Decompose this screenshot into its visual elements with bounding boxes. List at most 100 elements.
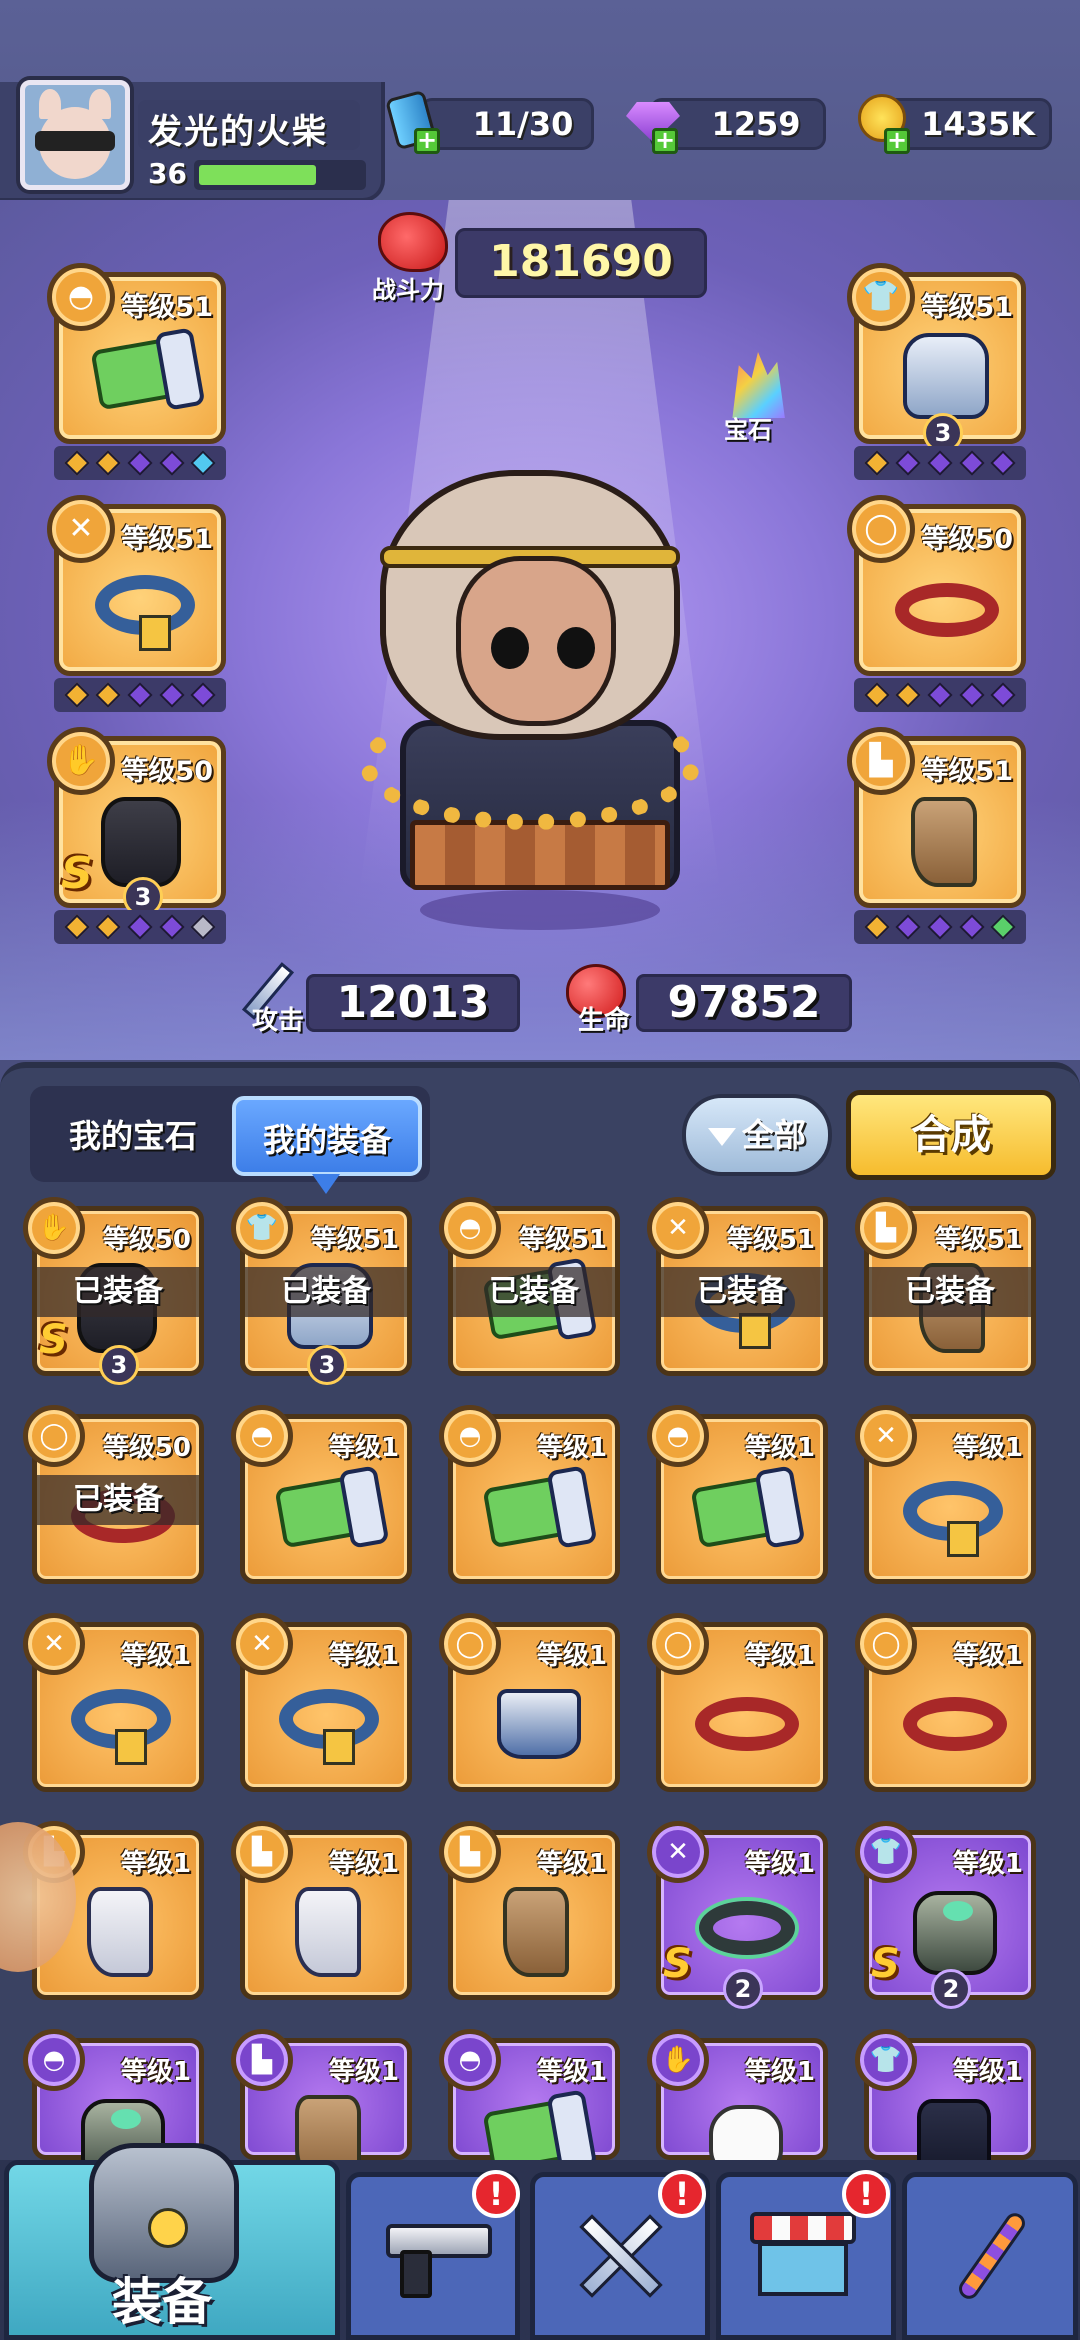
xp-bar xyxy=(194,160,366,190)
filter-label: 全部 xyxy=(741,1116,806,1154)
shop-body xyxy=(758,2242,848,2296)
necklace-icon: ✕ xyxy=(47,495,115,563)
inventory-item[interactable]: ▙ 等级1 xyxy=(231,1821,412,2000)
crossed-swords-icon xyxy=(568,2206,678,2298)
nav-equipment-label: 装备 xyxy=(112,2273,212,2331)
combine-button[interactable]: 合成 xyxy=(846,1090,1056,1180)
inventory-item[interactable]: ◯ 等级1 xyxy=(855,1613,1036,1792)
item-level: 等级50 xyxy=(102,1433,191,1463)
gem-socket-gold xyxy=(95,682,122,708)
inventory-item[interactable]: 👕 等级1 S 2 xyxy=(855,1821,1036,2009)
equip-slot-armor[interactable]: 👕 等级51 3 xyxy=(847,263,1026,453)
equipped-tag: 已装备 xyxy=(661,1267,823,1317)
inventory-item[interactable]: ◯ 等级1 xyxy=(439,1613,620,1792)
equip-slot-necklace[interactable]: ✕ 等级51 xyxy=(47,495,226,676)
item-art xyxy=(279,1887,379,1977)
inventory-item[interactable]: ◓ 等级1 xyxy=(231,1405,412,1584)
item-art xyxy=(895,797,995,887)
item-level: 等级1 xyxy=(536,1433,607,1463)
attack-label: 攻击 xyxy=(252,1006,305,1036)
equip-slot-glove[interactable]: ✋ 等级50 S 3 xyxy=(47,727,226,917)
inventory-item[interactable]: ✕ 等级51 已装备 xyxy=(647,1197,828,1376)
hero-character[interactable] xyxy=(340,450,740,950)
item-level: 等级1 xyxy=(952,1849,1023,1879)
boot-white-art-icon xyxy=(87,1887,153,1977)
equip-slot-hat[interactable]: ◓ 等级51 xyxy=(47,263,226,444)
player-avatar[interactable] xyxy=(20,80,130,190)
glove-icon: ✋ xyxy=(47,727,115,795)
inventory-item[interactable]: ✕ 等级1 xyxy=(231,1613,412,1792)
inventory-item[interactable]: ▙ 等级51 已装备 xyxy=(855,1197,1036,1376)
tab-my-gems[interactable]: 我的宝石 xyxy=(40,1096,226,1176)
hero-eye xyxy=(557,627,595,669)
belt-art-icon xyxy=(903,1697,1007,1751)
hat-icon: ◓ xyxy=(23,2029,85,2091)
equipped-tag: 已装备 xyxy=(245,1267,407,1317)
hero-head xyxy=(380,470,680,740)
filter-dropdown[interactable]: 全部 xyxy=(682,1094,832,1176)
gem-socket-gold xyxy=(95,450,122,476)
inventory-item[interactable]: ◓ 等级1 xyxy=(439,1405,620,1584)
triangle-down-icon xyxy=(707,1128,736,1146)
collar-art-icon xyxy=(71,1689,171,1765)
item-level: 等级1 xyxy=(952,1433,1023,1463)
inventory-item[interactable]: 👕 等级51 已装备 3 xyxy=(231,1197,412,1385)
inventory-item[interactable]: 👕 等级1 xyxy=(855,2029,1036,2189)
item-art xyxy=(95,797,195,887)
rank-badge: S xyxy=(871,1941,900,1987)
add-coins-button[interactable]: + xyxy=(884,128,910,154)
item-art xyxy=(895,333,995,423)
gem-inlay-label: 宝石 xyxy=(724,416,772,444)
inventory-item[interactable]: ▙ 等级1 xyxy=(231,2029,412,2185)
item-level: 等级1 xyxy=(536,1641,607,1671)
inventory-item[interactable]: ✋ 等级50 已装备 S 3 xyxy=(23,1197,204,1385)
inventory-item[interactable]: ✕ 等级1 xyxy=(855,1405,1036,1584)
gem-socket-gold xyxy=(863,682,890,708)
item-level: 等级1 xyxy=(328,1641,399,1671)
inventory-item[interactable]: ✕ 等级1 xyxy=(23,1613,204,1792)
item-art xyxy=(71,1679,171,1769)
equip-slot-boots[interactable]: ▙ 等级51 xyxy=(847,727,1026,908)
add-gems-button[interactable]: + xyxy=(652,128,678,154)
inventory-item[interactable]: ◯ 等级1 xyxy=(647,1613,828,1792)
xp-bar-fill xyxy=(199,165,316,185)
inventory-item[interactable]: ◓ 等级1 xyxy=(439,2029,620,2173)
gem-socket-purple xyxy=(990,450,1017,476)
add-energy-button[interactable]: + xyxy=(414,128,440,154)
battle-alert-badge: ! xyxy=(658,2170,706,2218)
inventory-item[interactable]: ▙ 等级1 xyxy=(439,1821,620,2000)
item-art xyxy=(690,1471,795,1561)
shirt-icon: 👕 xyxy=(855,1821,917,1883)
glove-art-icon xyxy=(101,797,181,887)
item-level: 等级51 xyxy=(726,1225,815,1255)
avatar-sunglasses xyxy=(35,131,115,151)
hat-icon: ◓ xyxy=(439,1197,501,1259)
equip-slot-belt[interactable]: ◯ 等级50 xyxy=(847,495,1026,676)
pistol-icon xyxy=(386,2210,496,2300)
combat-power-value: 181690 xyxy=(489,236,673,287)
mech-art-icon xyxy=(913,1891,997,1975)
inventory-item[interactable]: ✕ 等级1 S 2 xyxy=(647,1821,828,2009)
hero-skirt xyxy=(410,820,670,890)
gem-socket-purple xyxy=(958,450,985,476)
belt-icon: ◯ xyxy=(439,1613,501,1675)
gem-socket-purple xyxy=(958,914,985,940)
rank-badge: S xyxy=(39,1317,68,1363)
item-level: 等级51 xyxy=(121,292,213,323)
boot-white-art-icon xyxy=(295,1887,361,1977)
boot-icon: ▙ xyxy=(231,2029,293,2091)
item-art xyxy=(903,1679,1007,1769)
inventory-item[interactable]: ◓ 等级51 已装备 xyxy=(439,1197,620,1376)
player-level: 36 xyxy=(148,157,187,190)
inventory-item[interactable]: ✋ 等级1 xyxy=(647,2029,828,2179)
tab-my-equipment[interactable]: 我的装备 xyxy=(232,1096,422,1176)
gem-inlay-button[interactable]: 宝石 xyxy=(710,352,806,448)
hat-icon: ◓ xyxy=(647,1405,709,1467)
boot-icon: ▙ xyxy=(439,1821,501,1883)
hero-eye xyxy=(491,627,529,669)
inventory-item[interactable]: ◓ 等级1 xyxy=(23,2029,204,2183)
inventory-item[interactable]: ◯ 等级50 已装备 xyxy=(23,1405,204,1584)
item-level: 等级1 xyxy=(120,2057,191,2087)
gem-socket-purple xyxy=(927,914,953,940)
inventory-item[interactable]: ◓ 等级1 xyxy=(647,1405,828,1584)
